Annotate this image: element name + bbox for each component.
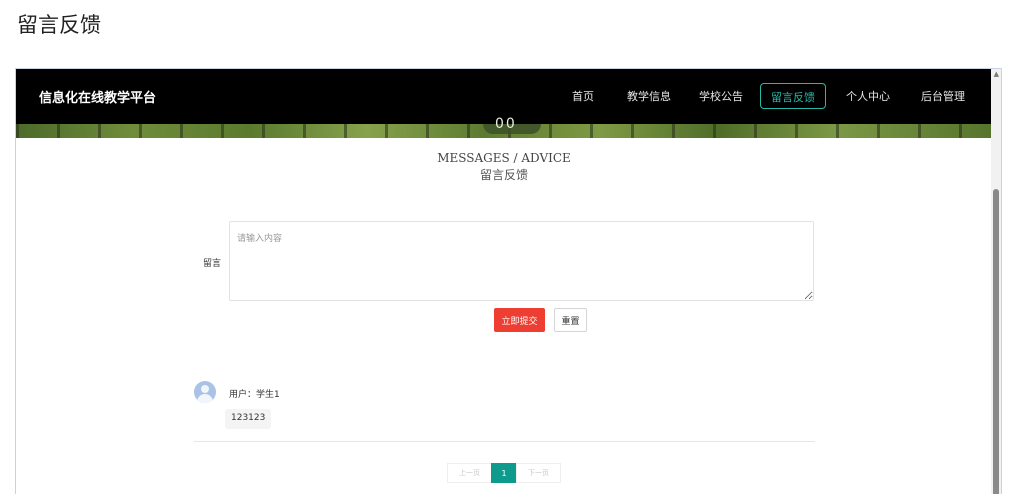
- nav-item-home[interactable]: 首页: [572, 88, 594, 104]
- nav-item-feedback[interactable]: 留言反馈: [760, 83, 826, 109]
- nav-item-school-notice[interactable]: 学校公告: [699, 88, 743, 104]
- message-textarea[interactable]: [229, 221, 814, 301]
- hero-banner: 00: [16, 116, 992, 138]
- section-title-cn: 留言反馈: [479, 168, 528, 182]
- avatar-head-shape: [201, 385, 209, 393]
- scrollbar-thumb[interactable]: [993, 189, 999, 494]
- hero-badge-text: 00: [495, 116, 517, 132]
- pagination-next-button[interactable]: 下一页: [516, 463, 561, 483]
- nav-item-admin[interactable]: 后台管理: [921, 88, 965, 104]
- user-avatar-icon: [194, 381, 216, 403]
- message-label: 留言: [203, 259, 222, 269]
- pagination-page-1[interactable]: 1: [491, 463, 517, 483]
- nav-item-teaching-info[interactable]: 教学信息: [627, 88, 671, 104]
- submit-button[interactable]: 立即提交: [494, 308, 545, 332]
- browser-viewport: 信息化在线教学平台 首页 教学信息 学校公告 留言反馈 个人中心 后台管理 00…: [15, 68, 1002, 494]
- comment-divider: [194, 441, 815, 442]
- hero-badge: 00: [483, 116, 541, 134]
- nav-item-personal-center[interactable]: 个人中心: [846, 88, 890, 104]
- comment-content: 123123: [225, 409, 272, 429]
- reset-button[interactable]: 重置: [554, 308, 587, 332]
- section-title-en: MESSAGES / ADVICE: [437, 151, 571, 165]
- brand-title[interactable]: 信息化在线教学平台: [39, 87, 156, 106]
- vertical-scrollbar[interactable]: ▲: [991, 69, 1001, 494]
- page-heading: 留言反馈: [17, 13, 101, 37]
- pagination-prev-button[interactable]: 上一页: [447, 463, 492, 483]
- avatar-body-shape: [197, 394, 213, 403]
- comment-user: 用户：学生1: [229, 390, 280, 400]
- scroll-up-arrow-icon[interactable]: ▲: [994, 70, 999, 78]
